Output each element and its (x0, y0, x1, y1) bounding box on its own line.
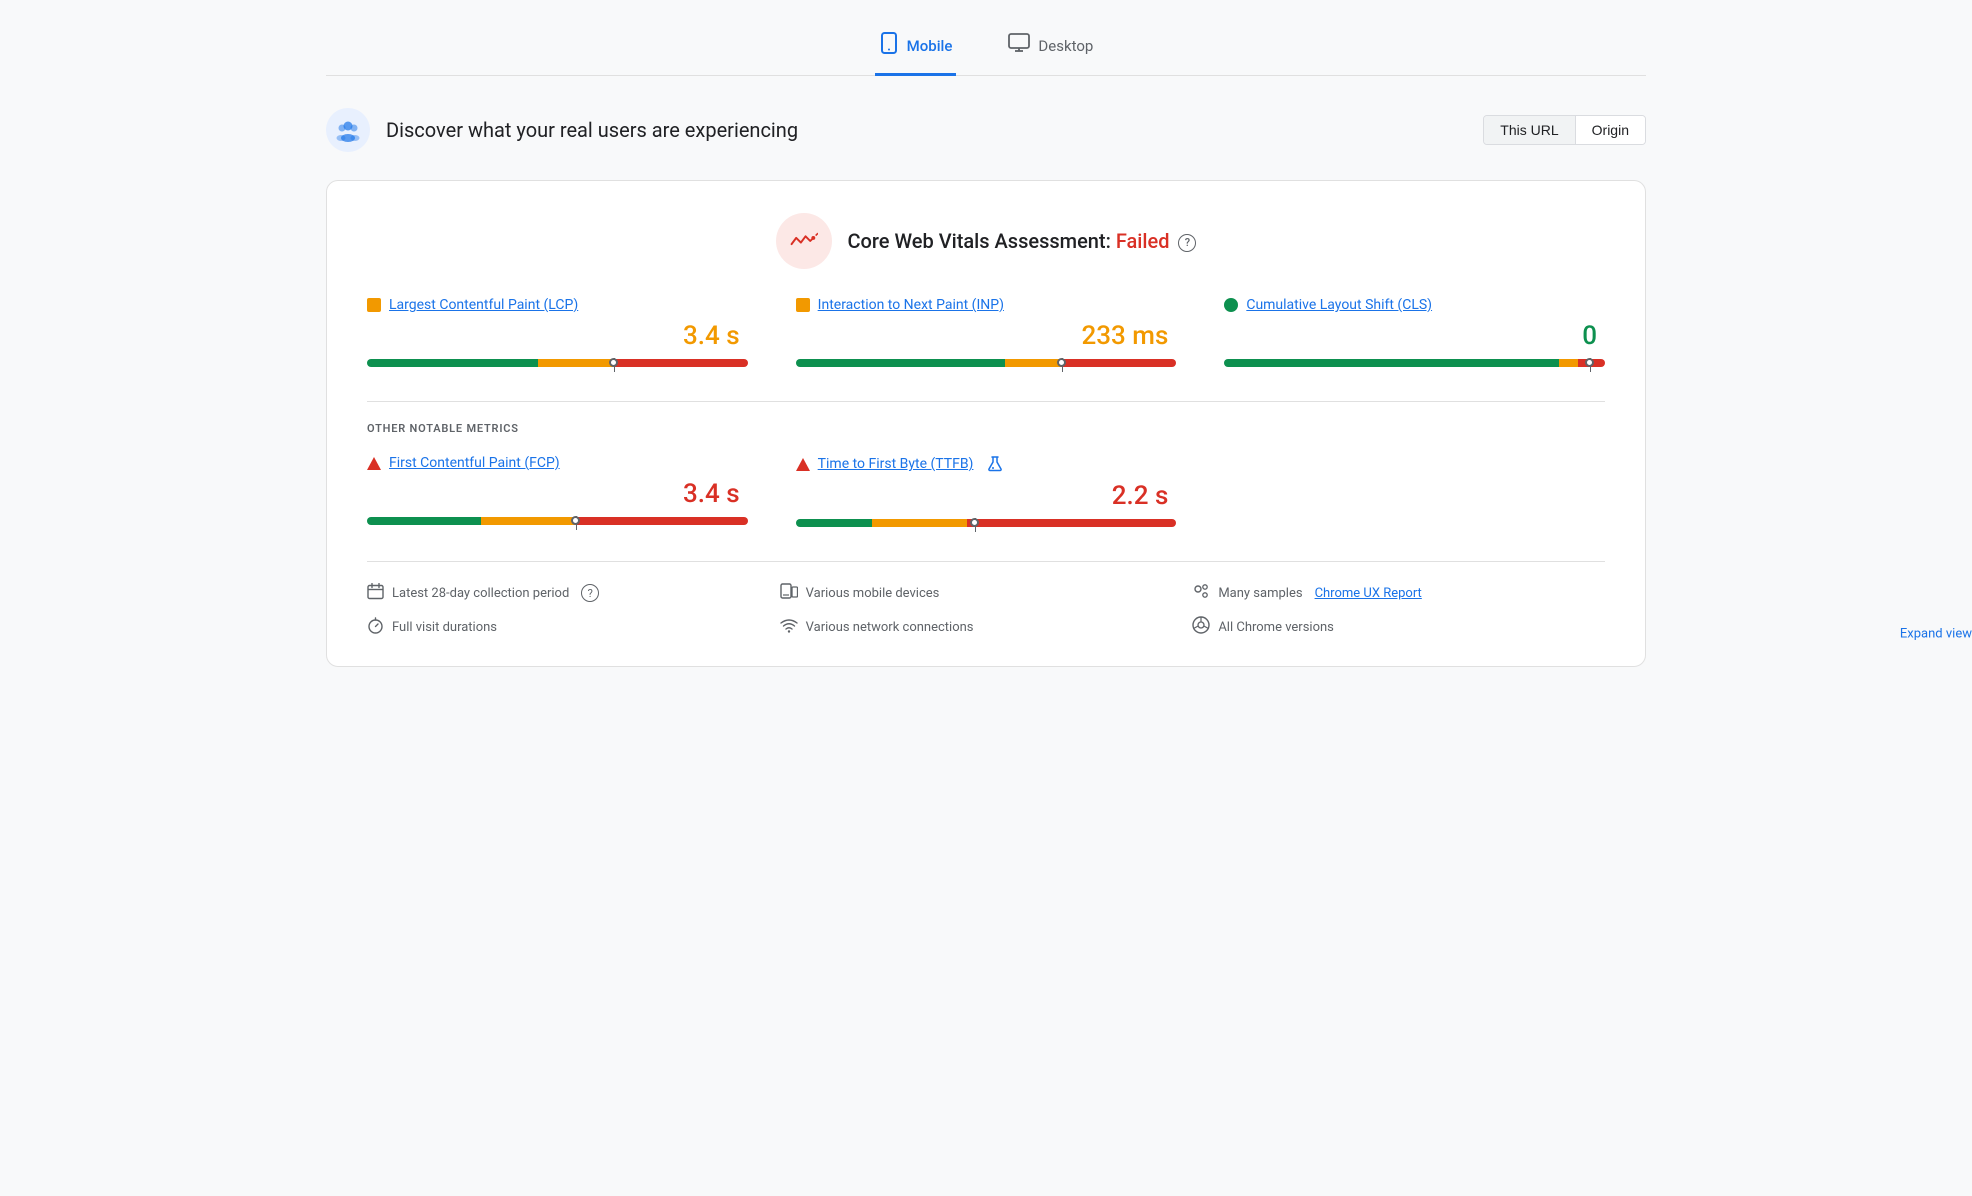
chrome-icon (1192, 616, 1210, 638)
lcp-name[interactable]: Largest Contentful Paint (LCP) (389, 297, 578, 313)
footer-section: Latest 28-day collection period ? Variou… (367, 561, 1605, 638)
lcp-bar (367, 359, 748, 369)
fcp-marker (571, 516, 581, 530)
metric-ttfb: Time to First Byte (TTFB) 2.2 s (796, 455, 1177, 533)
collection-info-icon[interactable]: ? (581, 584, 599, 602)
network-text: Various network connections (806, 620, 974, 635)
metric-lcp-label: Largest Contentful Paint (LCP) (367, 297, 748, 313)
mobile-icon (879, 32, 899, 59)
metric-lcp: Largest Contentful Paint (LCP) 3.4 s (367, 297, 748, 373)
metric-inp: Interaction to Next Paint (INP) 233 ms (796, 297, 1177, 373)
footer-full-visit: Full visit durations (367, 616, 780, 638)
beaker-icon (987, 455, 1003, 473)
page-title: Discover what your real users are experi… (386, 118, 798, 142)
tab-desktop-label: Desktop (1038, 37, 1093, 55)
tab-mobile-label: Mobile (907, 37, 953, 55)
ttfb-name[interactable]: Time to First Byte (TTFB) (818, 456, 974, 472)
fcp-bar (367, 517, 748, 527)
footer-mobile-devices: Various mobile devices (780, 582, 1193, 604)
metric-fcp: First Contentful Paint (FCP) 3.4 s (367, 455, 748, 533)
network-icon (780, 617, 798, 637)
other-metrics-label: OTHER NOTABLE METRICS (367, 422, 1605, 435)
inp-dot (796, 298, 810, 312)
header-left: Discover what your real users are experi… (326, 108, 798, 152)
tab-desktop[interactable]: Desktop (1004, 20, 1097, 76)
collection-period-text: Latest 28-day collection period (392, 586, 569, 601)
fcp-value: 3.4 s (367, 479, 748, 509)
desktop-icon (1008, 33, 1030, 58)
footer-samples: Many samples Chrome UX Report (1192, 582, 1605, 604)
assessment-icon (776, 213, 832, 269)
cls-name[interactable]: Cumulative Layout Shift (CLS) (1246, 297, 1432, 313)
inp-value: 233 ms (796, 321, 1177, 351)
timer-icon (367, 617, 384, 638)
inp-bar (796, 359, 1177, 369)
cls-marker (1585, 358, 1595, 372)
inp-marker (1057, 358, 1067, 372)
origin-button[interactable]: Origin (1576, 116, 1645, 144)
samples-text: Many samples (1218, 586, 1302, 601)
footer-collection-period: Latest 28-day collection period ? (367, 582, 780, 604)
metric-inp-label: Interaction to Next Paint (INP) (796, 297, 1177, 313)
metric-cls: Cumulative Layout Shift (CLS) 0 (1224, 297, 1605, 373)
ttfb-value: 2.2 s (796, 481, 1177, 511)
url-origin-toggle: This URL Origin (1483, 115, 1646, 145)
footer-network: Various network connections (780, 616, 1193, 638)
tab-mobile[interactable]: Mobile (875, 20, 957, 76)
avatar (326, 108, 370, 152)
calendar-icon (367, 583, 384, 604)
core-metrics-grid: Largest Contentful Paint (LCP) 3.4 s (367, 297, 1605, 373)
cls-bar (1224, 359, 1605, 369)
mobile-devices-icon (780, 583, 798, 603)
this-url-button[interactable]: This URL (1484, 116, 1575, 144)
ttfb-marker (970, 518, 980, 532)
inp-name[interactable]: Interaction to Next Paint (INP) (818, 297, 1004, 313)
ttfb-bar (796, 519, 1177, 529)
full-visit-text: Full visit durations (392, 620, 497, 635)
metric-ttfb-label: Time to First Byte (TTFB) (796, 455, 1177, 473)
other-metrics-grid: First Contentful Paint (FCP) 3.4 s (367, 455, 1605, 533)
fcp-name[interactable]: First Contentful Paint (FCP) (389, 455, 560, 471)
assessment-title: Core Web Vitals Assessment: Failed ? (848, 229, 1197, 253)
assessment-header: Core Web Vitals Assessment: Failed ? (367, 213, 1605, 269)
metric-cls-label: Cumulative Layout Shift (CLS) (1224, 297, 1605, 313)
ttfb-triangle-icon (796, 458, 810, 471)
mobile-devices-text: Various mobile devices (806, 586, 940, 601)
footer-chrome-versions: All Chrome versions (1192, 616, 1605, 638)
lcp-dot (367, 298, 381, 312)
assessment-info-icon[interactable]: ? (1178, 234, 1196, 252)
expand-view-button[interactable]: Expand view (1900, 627, 1972, 642)
cls-value: 0 (1224, 321, 1605, 351)
main-card: Core Web Vitals Assessment: Failed ? Exp… (326, 180, 1646, 667)
header-section: Discover what your real users are experi… (326, 100, 1646, 160)
fcp-triangle-icon (367, 457, 381, 470)
cls-dot (1224, 298, 1238, 312)
lcp-marker (609, 358, 619, 372)
assessment-status: Failed (1116, 229, 1170, 253)
tab-bar: Mobile Desktop (326, 20, 1646, 76)
lcp-value: 3.4 s (367, 321, 748, 351)
chrome-ux-link[interactable]: Chrome UX Report (1315, 586, 1422, 601)
samples-icon (1192, 582, 1210, 604)
chrome-versions-text: All Chrome versions (1218, 620, 1334, 635)
section-divider (367, 401, 1605, 402)
metric-fcp-label: First Contentful Paint (FCP) (367, 455, 748, 471)
